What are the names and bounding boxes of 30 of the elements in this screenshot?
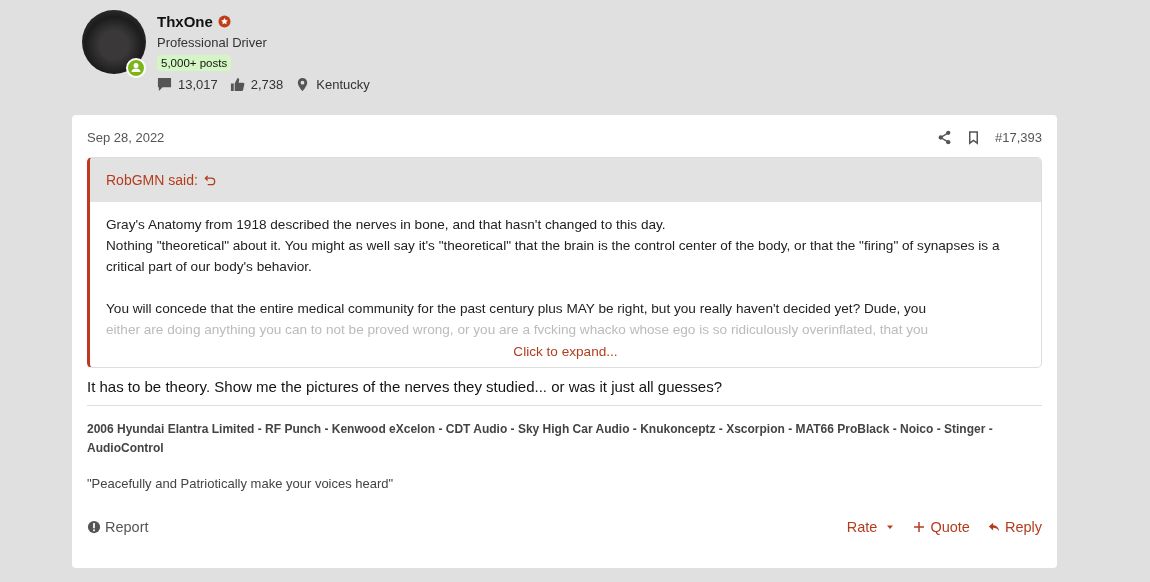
signature-quote: "Peacefully and Patriotically make your voices heard"	[87, 476, 395, 491]
quote-text: Nothing "theoretical" about it. You might as well say it's "theoretical" that the brain is the control center of the body, or that the "firing" of synapses is a critical part of our body's behavior.	[106, 237, 1001, 276]
go-to-quote-icon[interactable]	[203, 173, 217, 187]
post-count-badge: 5,000+ posts	[157, 55, 232, 71]
username-link[interactable]: ThxOne	[157, 12, 213, 30]
signature-text: 2006 Hyundai Elantra Limited - RF Punch - Kenwood eXcelon - CDT Audio - Sky High Car Audio - Knukonceptz - Xscorpion - MAT66 ProBlack - Noico - Stinger - AudioControl	[87, 421, 994, 457]
stat-value: Kentucky	[316, 77, 370, 92]
plus-icon	[913, 521, 926, 533]
reply-arrow-icon	[987, 521, 1000, 533]
reply-link[interactable]: Reply	[987, 519, 1042, 535]
report-link[interactable]: Report	[87, 519, 149, 535]
quote-text: Gray's Anatomy from 1918 described the nerves in bone, and that hasn't changed to this day.	[106, 216, 667, 234]
thumbs-up-icon	[229, 77, 245, 92]
share-icon[interactable]	[937, 130, 952, 145]
quote-link[interactable]: Quote	[913, 519, 970, 535]
alert-icon	[87, 520, 101, 534]
stat-value: 2,738	[250, 77, 284, 92]
user-title: Professional Driver	[157, 35, 267, 50]
stat-value: 13,017	[178, 77, 218, 92]
post-number-link[interactable]: #17,393	[995, 130, 1042, 145]
star-badge-icon	[217, 14, 231, 28]
bookmark-icon[interactable]	[966, 130, 981, 145]
quote-text: You will concede that the entire medical community for the past century plus MAY be right, but you really haven't decided yet? Dude, you	[106, 300, 927, 318]
post-date[interactable]: Sep 28, 2022	[87, 130, 165, 145]
message-icon	[157, 77, 172, 92]
quote-text: either are doing anything you can to not be proved wrong, or you are a fvcking whacko whose ego is so ridiculously overinflated, that you	[106, 321, 930, 339]
click-to-expand-link[interactable]: Click to expand...	[513, 344, 618, 359]
post-text: It has to be theory. Show me the pictures of the nerves they studied... or was it just all guesses?	[87, 378, 1042, 406]
rate-dropdown[interactable]: Rate	[846, 519, 896, 535]
quote-author-link[interactable]: RobGMN said:	[106, 172, 198, 188]
